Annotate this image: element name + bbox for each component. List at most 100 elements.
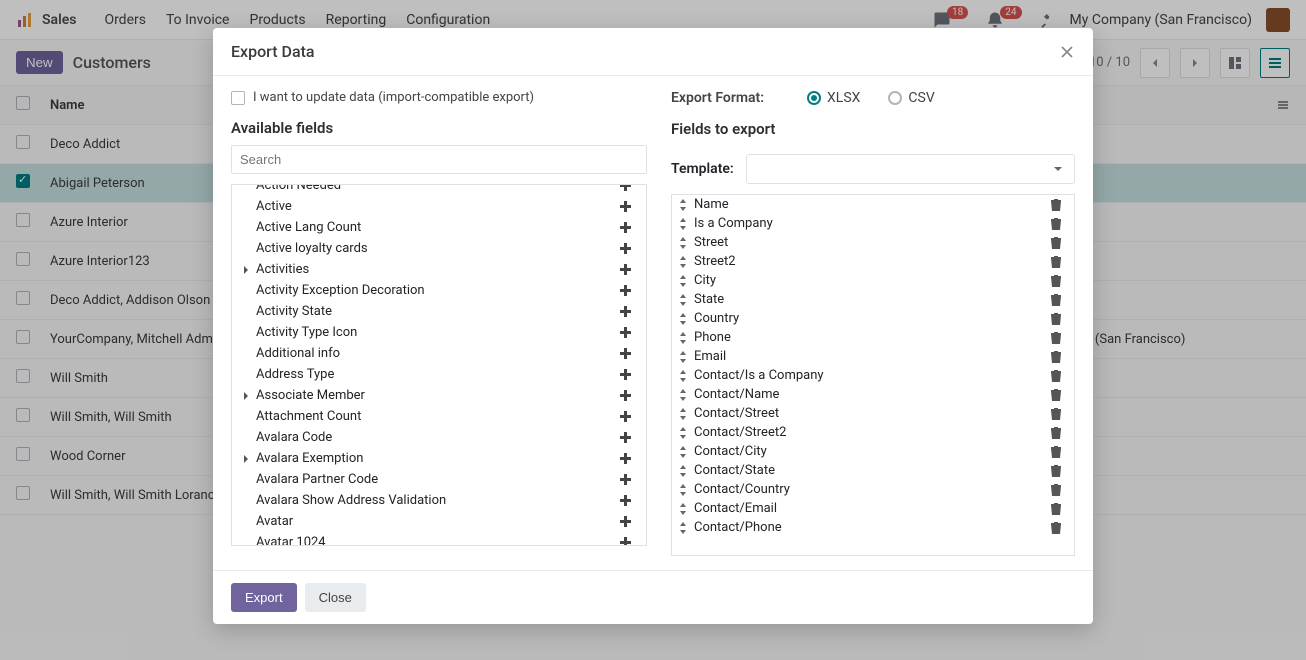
trash-icon[interactable]: [1050, 464, 1068, 477]
available-field-row[interactable]: Active loyalty cards: [232, 238, 646, 259]
chevron-right-icon[interactable]: [242, 392, 252, 400]
chevron-right-icon[interactable]: [242, 455, 252, 463]
chevron-right-icon[interactable]: [242, 266, 252, 274]
export-fields-list[interactable]: NameIs a CompanyStreetStreet2CityStateCo…: [671, 194, 1075, 556]
trash-icon[interactable]: [1050, 407, 1068, 420]
trash-icon[interactable]: [1050, 445, 1068, 458]
export-field-row[interactable]: Street2: [672, 252, 1074, 271]
available-field-row[interactable]: Associate Member: [232, 385, 646, 406]
trash-icon[interactable]: [1050, 369, 1068, 382]
available-field-row[interactable]: Avalara Exemption: [232, 448, 646, 469]
update-data-checkbox[interactable]: [231, 91, 245, 105]
export-field-row[interactable]: City: [672, 271, 1074, 290]
export-field-row[interactable]: Contact/Name: [672, 385, 1074, 404]
drag-handle-icon[interactable]: [678, 313, 688, 325]
export-field-row[interactable]: Contact/Is a Company: [672, 366, 1074, 385]
add-field-icon[interactable]: [620, 184, 644, 191]
export-field-row[interactable]: Contact/Email: [672, 499, 1074, 518]
add-field-icon[interactable]: [620, 432, 644, 443]
drag-handle-icon[interactable]: [678, 446, 688, 458]
add-field-icon[interactable]: [620, 369, 644, 380]
available-field-row[interactable]: Activity Type Icon: [232, 322, 646, 343]
add-field-icon[interactable]: [620, 390, 644, 401]
trash-icon[interactable]: [1050, 312, 1068, 325]
trash-icon[interactable]: [1050, 388, 1068, 401]
add-field-icon[interactable]: [620, 201, 644, 212]
available-field-row[interactable]: Additional info: [232, 343, 646, 364]
trash-icon[interactable]: [1050, 236, 1068, 249]
export-button[interactable]: Export: [231, 583, 297, 612]
search-input[interactable]: [231, 145, 647, 174]
export-field-row[interactable]: Contact/Street2: [672, 423, 1074, 442]
drag-handle-icon[interactable]: [678, 275, 688, 287]
trash-icon[interactable]: [1050, 521, 1068, 534]
available-field-row[interactable]: Avalara Partner Code: [232, 469, 646, 490]
add-field-icon[interactable]: [620, 222, 644, 233]
trash-icon[interactable]: [1050, 426, 1068, 439]
trash-icon[interactable]: [1050, 350, 1068, 363]
export-field-row[interactable]: State: [672, 290, 1074, 309]
trash-icon[interactable]: [1050, 255, 1068, 268]
drag-handle-icon[interactable]: [678, 218, 688, 230]
available-field-row[interactable]: Active: [232, 196, 646, 217]
add-field-icon[interactable]: [620, 453, 644, 464]
export-field-row[interactable]: Email: [672, 347, 1074, 366]
add-field-icon[interactable]: [620, 516, 644, 527]
export-field-row[interactable]: Contact/City: [672, 442, 1074, 461]
drag-handle-icon[interactable]: [678, 427, 688, 439]
drag-handle-icon[interactable]: [678, 503, 688, 515]
add-field-icon[interactable]: [620, 474, 644, 485]
drag-handle-icon[interactable]: [678, 256, 688, 268]
trash-icon[interactable]: [1050, 198, 1068, 211]
available-field-row[interactable]: Active Lang Count: [232, 217, 646, 238]
drag-handle-icon[interactable]: [678, 522, 688, 534]
trash-icon[interactable]: [1050, 331, 1068, 344]
export-field-row[interactable]: Name: [672, 195, 1074, 214]
add-field-icon[interactable]: [620, 306, 644, 317]
add-field-icon[interactable]: [620, 495, 644, 506]
trash-icon[interactable]: [1050, 502, 1068, 515]
add-field-icon[interactable]: [620, 264, 644, 275]
available-field-row[interactable]: Activity Exception Decoration: [232, 280, 646, 301]
export-field-row[interactable]: Phone: [672, 328, 1074, 347]
export-field-row[interactable]: Street: [672, 233, 1074, 252]
close-icon[interactable]: [1059, 44, 1075, 60]
add-field-icon[interactable]: [620, 348, 644, 359]
add-field-icon[interactable]: [620, 243, 644, 254]
available-fields-list[interactable]: Action NeededActiveActive Lang CountActi…: [231, 184, 647, 546]
export-field-row[interactable]: Contact/State: [672, 461, 1074, 480]
trash-icon[interactable]: [1050, 217, 1068, 230]
drag-handle-icon[interactable]: [678, 351, 688, 363]
drag-handle-icon[interactable]: [678, 484, 688, 496]
export-field-row[interactable]: Contact/Country: [672, 480, 1074, 499]
drag-handle-icon[interactable]: [678, 370, 688, 382]
close-button[interactable]: Close: [305, 583, 366, 612]
available-field-row[interactable]: Avatar 1024: [232, 532, 646, 546]
trash-icon[interactable]: [1050, 483, 1068, 496]
export-field-row[interactable]: Contact/Phone: [672, 518, 1074, 537]
available-field-row[interactable]: Avatar: [232, 511, 646, 532]
export-field-row[interactable]: Contact/Street: [672, 404, 1074, 423]
available-field-row[interactable]: Activity State: [232, 301, 646, 322]
available-field-row[interactable]: Address Type: [232, 364, 646, 385]
trash-icon[interactable]: [1050, 293, 1068, 306]
drag-handle-icon[interactable]: [678, 294, 688, 306]
available-field-row[interactable]: Activities: [232, 259, 646, 280]
available-field-row[interactable]: Avalara Code: [232, 427, 646, 448]
drag-handle-icon[interactable]: [678, 389, 688, 401]
format-xlsx-option[interactable]: XLSX: [807, 90, 860, 106]
available-field-row[interactable]: Attachment Count: [232, 406, 646, 427]
update-data-option[interactable]: I want to update data (import-compatible…: [231, 90, 647, 105]
add-field-icon[interactable]: [620, 285, 644, 296]
drag-handle-icon[interactable]: [678, 408, 688, 420]
template-select[interactable]: [746, 154, 1075, 184]
add-field-icon[interactable]: [620, 537, 644, 546]
add-field-icon[interactable]: [620, 327, 644, 338]
trash-icon[interactable]: [1050, 274, 1068, 287]
drag-handle-icon[interactable]: [678, 465, 688, 477]
drag-handle-icon[interactable]: [678, 332, 688, 344]
export-field-row[interactable]: Is a Company: [672, 214, 1074, 233]
format-csv-option[interactable]: CSV: [888, 90, 934, 106]
export-field-row[interactable]: Country: [672, 309, 1074, 328]
available-field-row[interactable]: Avalara Show Address Validation: [232, 490, 646, 511]
